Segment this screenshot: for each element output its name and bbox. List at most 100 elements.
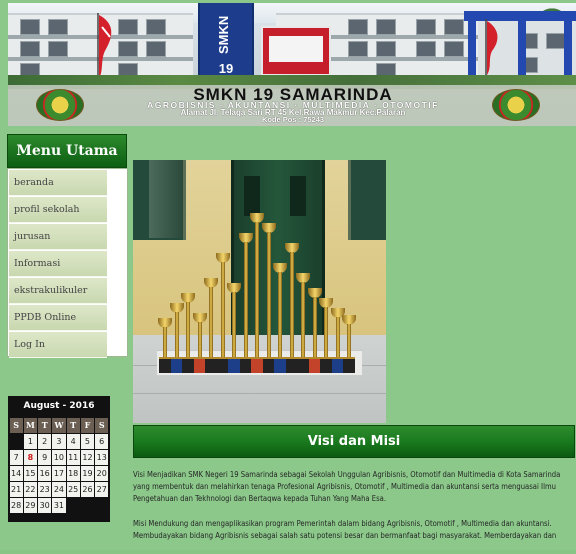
calendar-empty-cell: [9, 433, 23, 449]
menu-item-beranda[interactable]: beranda: [9, 170, 107, 196]
menu-item-jurusan[interactable]: jurusan: [9, 224, 107, 250]
calendar-day[interactable]: 1: [23, 433, 38, 449]
calendar-day[interactable]: 18: [66, 465, 80, 481]
trophy-icon: [204, 278, 218, 373]
trophy-icon: [342, 315, 356, 373]
calendar-day[interactable]: 8: [23, 449, 38, 465]
page: SMKN 19 SMKN 19 SAMARINDA AGROBISNIS · A…: [0, 0, 576, 550]
building-window: [20, 41, 40, 57]
calendar-day-header: T: [38, 417, 52, 433]
main-menu: beranda profil sekolah jurusan Informasi…: [7, 168, 128, 358]
calendar-day[interactable]: 30: [38, 497, 52, 513]
calendar-day[interactable]: 5: [80, 433, 95, 449]
menu-item-profil-sekolah[interactable]: profil sekolah: [9, 197, 107, 223]
building-window: [48, 19, 68, 35]
calendar-day[interactable]: 11: [66, 449, 80, 465]
calendar-day[interactable]: 7: [9, 449, 23, 465]
calendar-day[interactable]: 25: [66, 481, 80, 497]
tower-number: 19: [218, 61, 234, 76]
section-body: Visi Menjadikan SMK Negeri 19 Samarinda …: [133, 469, 573, 554]
calendar-day-header: S: [9, 417, 23, 433]
calendar-day[interactable]: 28: [9, 497, 23, 513]
red-sign-panel: [269, 36, 323, 62]
calendar-day-header: T: [66, 417, 80, 433]
calendar-month-title: August - 2016: [23, 401, 95, 411]
misi-paragraph: Misi Mendukung dan mengaplikasikan progr…: [133, 518, 557, 540]
flag-right-icon: [485, 19, 498, 83]
flag-left-icon: [97, 13, 112, 85]
calendar-day-header: S: [95, 417, 109, 433]
calendar-day[interactable]: 31: [52, 497, 66, 513]
floor-tile-line: [133, 393, 386, 394]
menu-item-ppdb-online[interactable]: PPDB Online: [9, 305, 107, 331]
building-window: [146, 41, 166, 57]
calendar-empty-cell: [95, 497, 109, 513]
calendar-day[interactable]: 10: [52, 449, 66, 465]
building-window: [146, 19, 166, 35]
banner-blue-pillar: [518, 21, 526, 81]
building-window: [416, 41, 436, 57]
trophy-icon: [192, 313, 207, 373]
building-window: [48, 41, 68, 57]
door-pane: [290, 176, 306, 216]
calendar-day[interactable]: 27: [95, 481, 109, 497]
calendar-day[interactable]: 17: [52, 465, 66, 481]
menu-item-log-in[interactable]: Log In: [9, 332, 107, 358]
section-title: Visi dan Misi: [307, 434, 401, 449]
building-window: [546, 33, 566, 49]
calendar-day[interactable]: 29: [23, 497, 38, 513]
calendar-day[interactable]: 2: [38, 433, 52, 449]
menu-item-ekstrakulikuler[interactable]: ekstrakulikuler: [9, 278, 107, 304]
calendar-day[interactable]: 3: [52, 433, 66, 449]
calendar-day[interactable]: 15: [23, 465, 38, 481]
section-header: Visi dan Misi: [133, 425, 575, 458]
visi-paragraph: Visi Menjadikan SMK Negeri 19 Samarinda …: [133, 470, 561, 504]
trophy-icon: [330, 308, 345, 373]
calendar-day[interactable]: 4: [66, 433, 80, 449]
calendar-empty-cell: [80, 497, 95, 513]
trophy-icon: [284, 243, 299, 373]
trophy-icon: [227, 283, 241, 373]
trophy-icon: [273, 263, 287, 373]
trophy-photo: [133, 160, 386, 423]
trophy-icon: [319, 298, 333, 373]
building-window: [416, 19, 436, 35]
photo-window-left-pane: [149, 160, 183, 238]
calendar-day[interactable]: 9: [38, 449, 52, 465]
school-postcode: Kode Pos : 75243: [261, 115, 325, 124]
calendar-day[interactable]: 19: [80, 465, 95, 481]
calendar-day[interactable]: 21: [9, 481, 23, 497]
calendar-day[interactable]: 6: [95, 433, 109, 449]
building-window: [444, 41, 464, 57]
building-window: [20, 19, 40, 35]
calendar-day[interactable]: 13: [95, 449, 109, 465]
regional-logo-icon: [36, 89, 84, 121]
banner-blue-pillar: [468, 21, 476, 81]
calendar-day[interactable]: 23: [38, 481, 52, 497]
calendar-day[interactable]: 22: [23, 481, 38, 497]
building-window: [444, 19, 464, 35]
door-pane: [244, 176, 260, 216]
trophy-icon: [158, 318, 172, 373]
banner-school-tower: SMKN 19: [198, 3, 254, 85]
calendar-day[interactable]: 26: [80, 481, 95, 497]
calendar-day[interactable]: 20: [95, 465, 109, 481]
calendar-day[interactable]: 12: [80, 449, 95, 465]
trophy-icon: [215, 253, 230, 373]
calendar-day[interactable]: 24: [52, 481, 66, 497]
trophy-icon: [181, 293, 195, 373]
photo-window-right: [348, 160, 386, 240]
banner-red-sign: [261, 26, 331, 76]
trophy-icon: [261, 223, 276, 373]
building-window: [376, 19, 396, 35]
calendar-day[interactable]: 16: [38, 465, 52, 481]
menu-item-informasi[interactable]: Informasi: [9, 251, 107, 277]
calendar-day-header: W: [52, 417, 66, 433]
banner-blue-pillar: [564, 21, 572, 81]
calendar-empty-cell: [66, 497, 80, 513]
calendar-footer: [8, 518, 110, 522]
calendar-day[interactable]: 14: [9, 465, 23, 481]
calendar-day-header: F: [80, 417, 95, 433]
building-window: [348, 19, 368, 35]
trophy-icon: [169, 303, 184, 373]
